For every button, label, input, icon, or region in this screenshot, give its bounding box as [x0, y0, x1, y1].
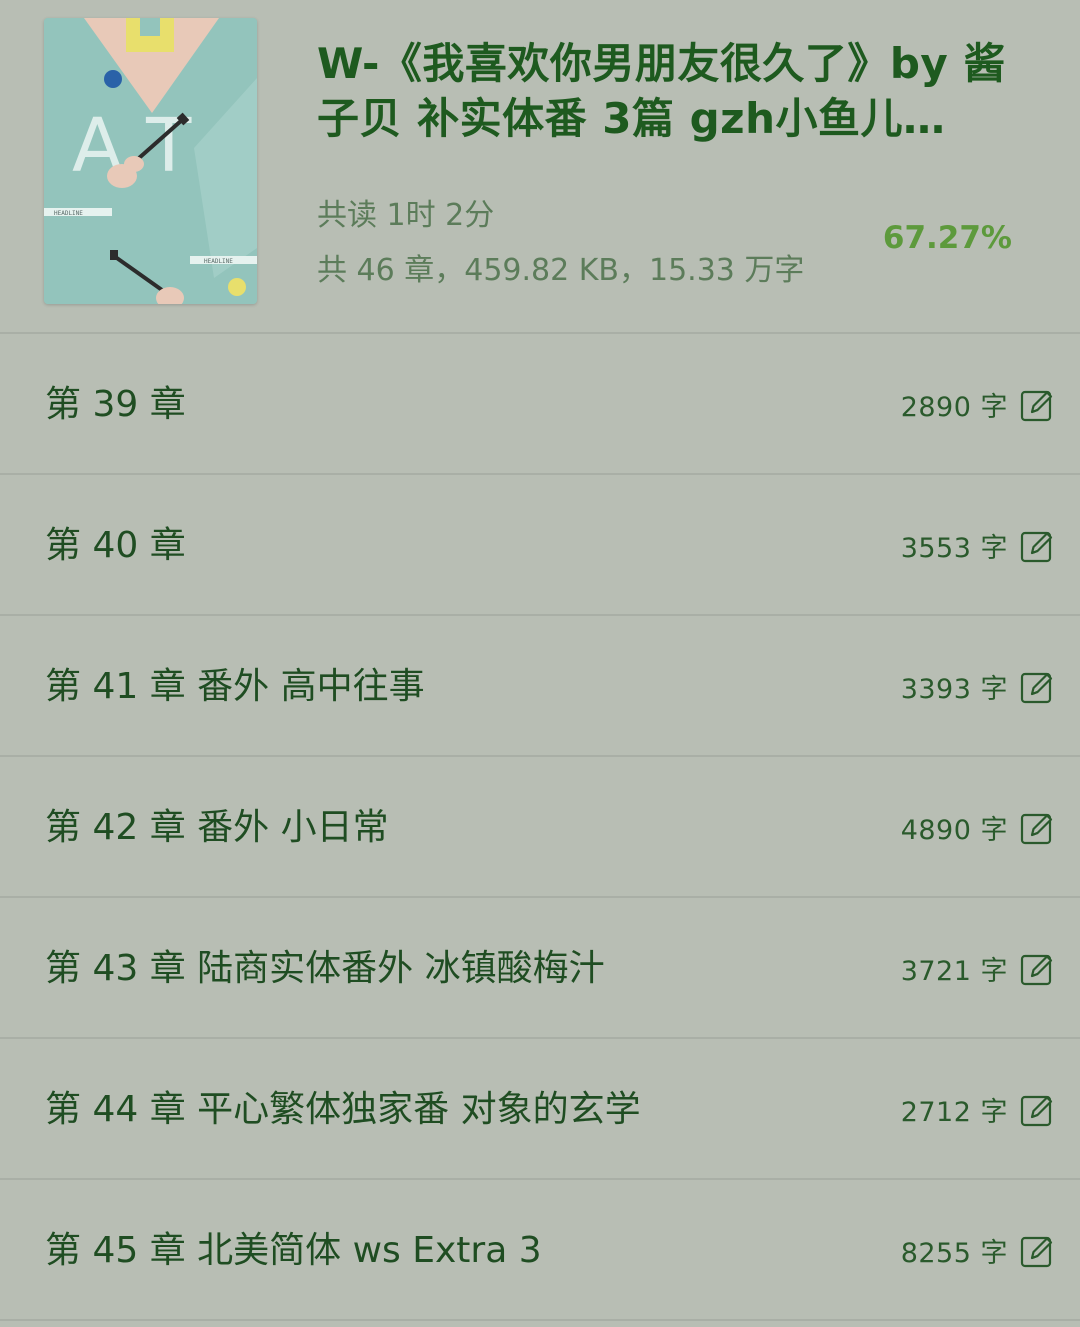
edit-icon[interactable]: [1020, 1093, 1054, 1127]
chapter-word-count: 3393 字: [900, 674, 1008, 705]
cover-tag-text: HEADLINE: [54, 210, 83, 217]
cover-art: A T HEADLINE HEADLINE: [44, 18, 257, 304]
edit-icon[interactable]: [1020, 529, 1054, 563]
chapter-meta: 3721 字: [901, 898, 1054, 1039]
chapter-title: 第 42 章 番外 小日常: [45, 807, 389, 848]
chapter-meta: 3553 字: [901, 475, 1054, 616]
chapter-row[interactable]: 第 42 章 番外 小日常 4890 字: [0, 757, 1080, 898]
chapter-title: 第 41 章 番外 高中往事: [45, 666, 425, 707]
chapter-row[interactable]: 第 43 章 陆商实体番外 冰镇酸梅汁 3721 字: [0, 898, 1080, 1039]
book-header: A T HEADLINE HEADLINE W-《我喜欢你男朋友很久了》by 酱…: [0, 0, 1080, 334]
chapter-row[interactable]: 第 45 章 北美简体 ws Extra 3 8255 字: [0, 1180, 1080, 1321]
book-stats: 共 46 章，459.82 KB，15.33 万字: [317, 253, 805, 288]
chapter-title: 第 39 章: [45, 384, 186, 425]
chapter-meta: 2712 字: [901, 1039, 1054, 1180]
edit-icon[interactable]: [1020, 388, 1054, 422]
chapter-word-count: 8255 字: [900, 1238, 1008, 1269]
chapter-title: 第 45 章 北美简体 ws Extra 3: [45, 1230, 542, 1271]
chapter-row[interactable]: 第 44 章 平心繁体独家番 对象的玄学 2712 字: [0, 1039, 1080, 1180]
chapter-title: 第 40 章: [45, 525, 186, 566]
chapter-word-count: 4890 字: [900, 815, 1008, 846]
edit-icon[interactable]: [1020, 670, 1054, 704]
cover-tag-text: HEADLINE: [204, 258, 233, 265]
chapter-word-count: 2712 字: [900, 1097, 1008, 1128]
book-cover-image[interactable]: A T HEADLINE HEADLINE: [44, 18, 257, 304]
chapter-row[interactable]: 第 41 章 番外 高中往事 3393 字: [0, 616, 1080, 757]
chapter-word-count: 2890 字: [900, 392, 1008, 423]
read-time: 共读 1时 2分: [317, 198, 495, 233]
chapter-row[interactable]: 第 40 章 3553 字: [0, 475, 1080, 616]
chapter-title: 第 43 章 陆商实体番外 冰镇酸梅汁: [45, 948, 605, 989]
chapter-list: 第 39 章 2890 字 第 40 章 3553 字 第 41 章 番外 高中…: [0, 334, 1080, 1321]
chapter-meta: 4890 字: [901, 757, 1054, 898]
edit-icon[interactable]: [1020, 811, 1054, 845]
chapter-meta: 3393 字: [901, 616, 1054, 757]
book-title: W-《我喜欢你男朋友很久了》by 酱子贝 补实体番 3篇 gzh小鱼儿…: [317, 39, 1006, 143]
chapter-title: 第 44 章 平心繁体独家番 对象的玄学: [45, 1089, 641, 1130]
chapter-word-count: 3721 字: [900, 956, 1008, 987]
edit-icon[interactable]: [1020, 1234, 1054, 1268]
reading-progress: 67.27%: [882, 220, 1012, 256]
chapter-word-count: 3553 字: [900, 533, 1008, 564]
chapter-meta: 2890 字: [901, 334, 1054, 475]
chapter-row[interactable]: 第 39 章 2890 字: [0, 334, 1080, 475]
edit-icon[interactable]: [1020, 952, 1054, 986]
chapter-meta: 8255 字: [901, 1180, 1054, 1321]
